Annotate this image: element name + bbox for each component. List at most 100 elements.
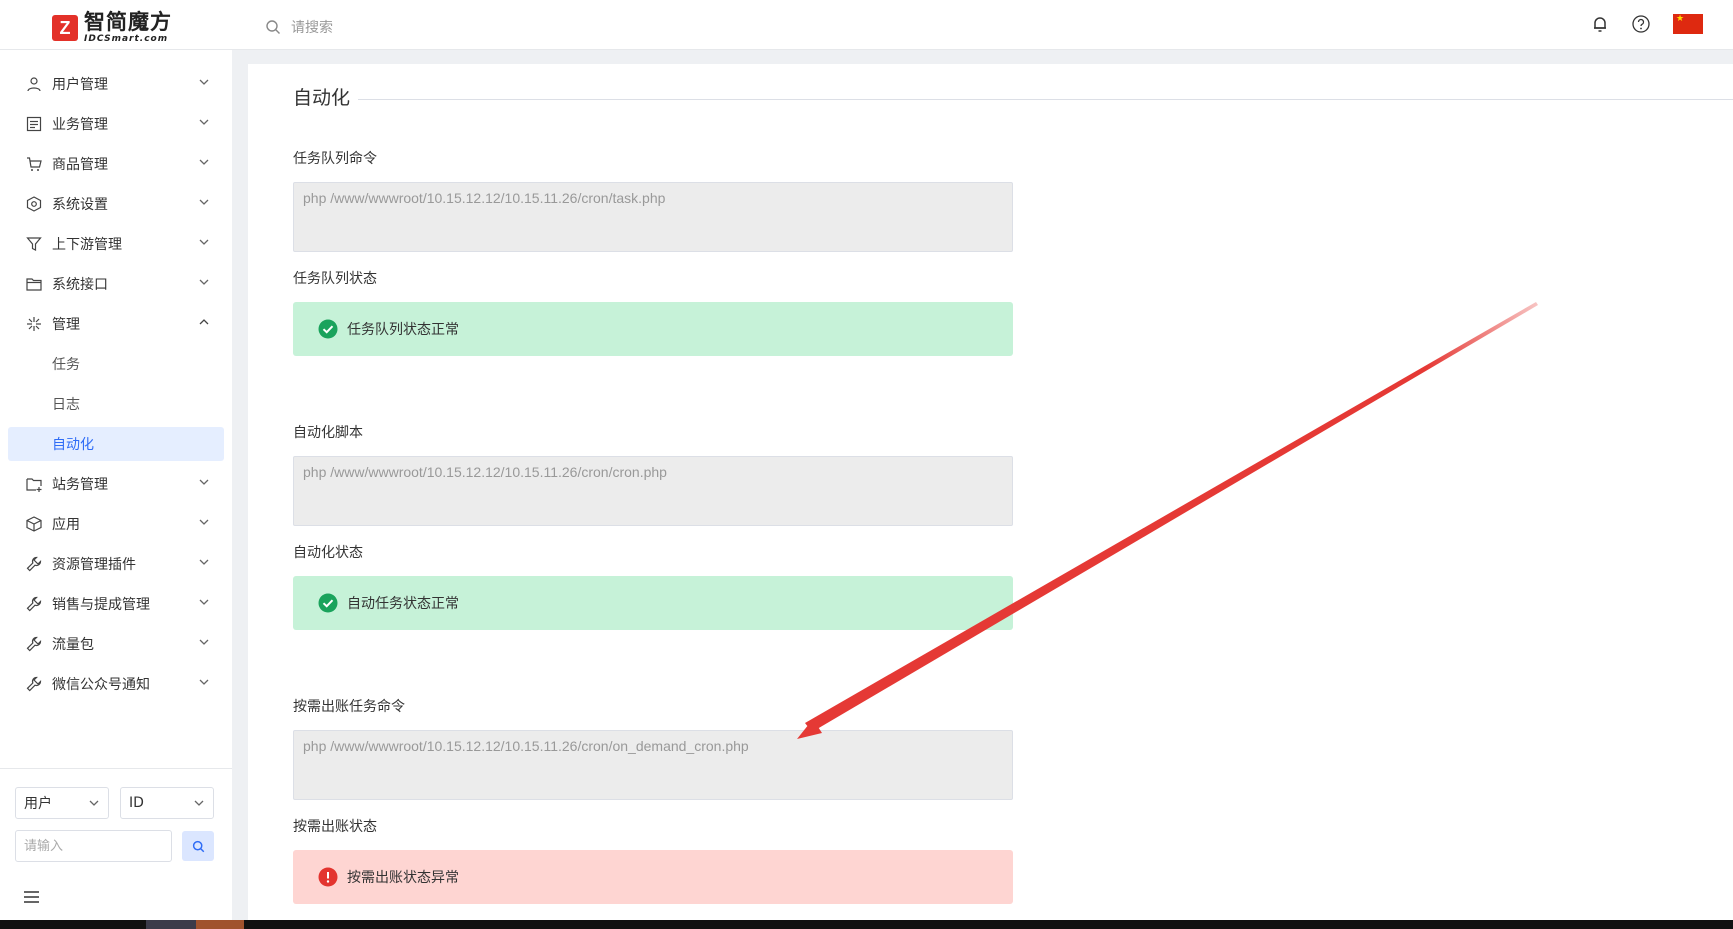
chevron-down-icon <box>199 559 209 565</box>
taskbar-item[interactable] <box>196 920 244 929</box>
chevron-down-icon <box>199 159 209 165</box>
global-search[interactable]: 请搜索 <box>265 17 333 37</box>
list-icon <box>25 115 43 133</box>
on-demand-billing-command-field[interactable]: php /www/wwwroot/10.15.12.12/10.15.11.26… <box>293 730 1013 800</box>
sidebar-item-wechat-notify[interactable]: 微信公众号通知 <box>8 667 224 701</box>
title-divider <box>358 99 1733 100</box>
sidebar-subitem-tasks[interactable]: 任务 <box>8 347 224 381</box>
sidebar-item-site-management[interactable]: 站务管理 <box>8 467 224 501</box>
task-queue-status-alert: 任务队列状态正常 <box>293 302 1013 356</box>
menu-collapse-icon[interactable] <box>23 890 40 904</box>
keyword-input[interactable] <box>15 830 172 862</box>
search-type-value: 用户 <box>24 796 52 812</box>
sidebar-item-label: 上下游管理 <box>52 237 122 253</box>
sidebar-item-label: 业务管理 <box>52 117 108 133</box>
status-text: 按需出账状态异常 <box>347 870 459 886</box>
sidebar-item-label: 任务 <box>52 357 80 373</box>
task-queue-command-label: 任务队列命令 <box>293 151 377 167</box>
wrench-icon <box>25 555 43 573</box>
on-demand-billing-status-label: 按需出账状态 <box>293 819 377 835</box>
cube-icon <box>25 515 43 533</box>
task-queue-command-field[interactable]: php /www/wwwroot/10.15.12.12/10.15.11.26… <box>293 182 1013 252</box>
sidebar-item-label: 商品管理 <box>52 157 108 173</box>
sidebar-subitem-automation[interactable]: 自动化 <box>8 427 224 461</box>
chevron-down-icon <box>194 800 204 806</box>
sidebar-item-apps[interactable]: 应用 <box>8 507 224 541</box>
search-icon <box>192 840 204 852</box>
sidebar-item-label: 用户管理 <box>52 77 108 93</box>
sidebar-item-label: 系统设置 <box>52 197 108 213</box>
wrench-icon <box>25 675 43 693</box>
user-icon <box>25 75 43 93</box>
sidebar-item-label: 流量包 <box>52 637 94 653</box>
automation-status-label: 自动化状态 <box>293 545 363 561</box>
help-icon[interactable] <box>1631 14 1651 34</box>
automation-script-label: 自动化脚本 <box>293 425 363 441</box>
chevron-down-icon <box>199 199 209 205</box>
sidebar-item-label: 销售与提成管理 <box>52 597 150 613</box>
sidebar-item-traffic-package[interactable]: 流量包 <box>8 627 224 661</box>
chevron-down-icon <box>199 639 209 645</box>
main-panel: 自动化 任务队列命令 php /www/wwwroot/10.15.12.12/… <box>248 64 1733 920</box>
search-placeholder: 请搜索 <box>291 20 333 36</box>
chevron-down-icon <box>199 519 209 525</box>
check-circle-icon <box>318 319 338 339</box>
sidebar-item-business-management[interactable]: 业务管理 <box>8 107 224 141</box>
task-queue-status-label: 任务队列状态 <box>293 271 377 287</box>
folder-add-icon <box>25 475 43 493</box>
page-title: 自动化 <box>293 87 351 109</box>
sidebar-item-sales-commission[interactable]: 销售与提成管理 <box>8 587 224 621</box>
sidebar-item-system-settings[interactable]: 系统设置 <box>8 187 224 221</box>
sidebar-item-label: 系统接口 <box>52 277 108 293</box>
sidebar-item-label: 站务管理 <box>52 477 108 493</box>
wrench-icon <box>25 595 43 613</box>
sidebar-item-user-management[interactable]: 用户管理 <box>8 67 224 101</box>
logo-mark-icon: Z <box>52 15 78 41</box>
taskbar-item[interactable] <box>146 920 196 929</box>
logo-subtitle: IDCSmart.com <box>84 34 169 44</box>
sidebar-subitem-logs[interactable]: 日志 <box>8 387 224 421</box>
folder-icon <box>25 275 43 293</box>
check-circle-icon <box>318 593 338 613</box>
on-demand-billing-status-alert: 按需出账状态异常 <box>293 850 1013 904</box>
sidebar-item-label: 应用 <box>52 517 80 533</box>
logo[interactable]: Z 智简魔方 IDCSmart.com <box>52 12 172 44</box>
settings-icon <box>25 195 43 213</box>
logo-title: 智简魔方 <box>84 10 172 34</box>
sidebar-item-label: 日志 <box>52 397 80 413</box>
sidebar-item-label: 管理 <box>52 317 80 333</box>
automation-status-alert: 自动任务状态正常 <box>293 576 1013 630</box>
search-type-select[interactable]: 用户 <box>15 787 109 819</box>
automation-script-field[interactable]: php /www/wwwroot/10.15.12.12/10.15.11.26… <box>293 456 1013 526</box>
chevron-down-icon <box>199 119 209 125</box>
sidebar-divider <box>0 768 232 769</box>
keyword-search-button[interactable] <box>182 831 214 861</box>
sidebar-item-label: 资源管理插件 <box>52 557 136 573</box>
sidebar-item-label: 自动化 <box>52 437 94 453</box>
chevron-down-icon <box>199 479 209 485</box>
cart-icon <box>25 155 43 173</box>
sidebar-item-product-management[interactable]: 商品管理 <box>8 147 224 181</box>
os-taskbar <box>0 920 1733 929</box>
top-bar: Z 智简魔方 IDCSmart.com 请搜索 <box>0 0 1733 50</box>
status-text: 自动任务状态正常 <box>347 596 459 612</box>
bell-icon[interactable] <box>1591 15 1609 33</box>
sidebar-item-system-interface[interactable]: 系统接口 <box>8 267 224 301</box>
search-field-select[interactable]: ID <box>120 787 214 819</box>
chevron-down-icon <box>89 800 99 806</box>
filter-icon <box>25 235 43 253</box>
on-demand-billing-command-label: 按需出账任务命令 <box>293 699 405 715</box>
chevron-down-icon <box>199 279 209 285</box>
china-flag-icon[interactable] <box>1673 14 1703 34</box>
search-field-value: ID <box>129 795 144 811</box>
sidebar-item-upstream-downstream[interactable]: 上下游管理 <box>8 227 224 261</box>
sidebar-item-label: 微信公众号通知 <box>52 677 150 693</box>
status-text: 任务队列状态正常 <box>347 322 459 338</box>
error-circle-icon <box>318 867 338 887</box>
wrench-icon <box>25 635 43 653</box>
sidebar-item-management[interactable]: 管理 <box>8 307 224 341</box>
chevron-up-icon <box>199 319 209 325</box>
chevron-down-icon <box>199 79 209 85</box>
asterisk-icon <box>25 315 43 333</box>
sidebar-item-resource-plugins[interactable]: 资源管理插件 <box>8 547 224 581</box>
